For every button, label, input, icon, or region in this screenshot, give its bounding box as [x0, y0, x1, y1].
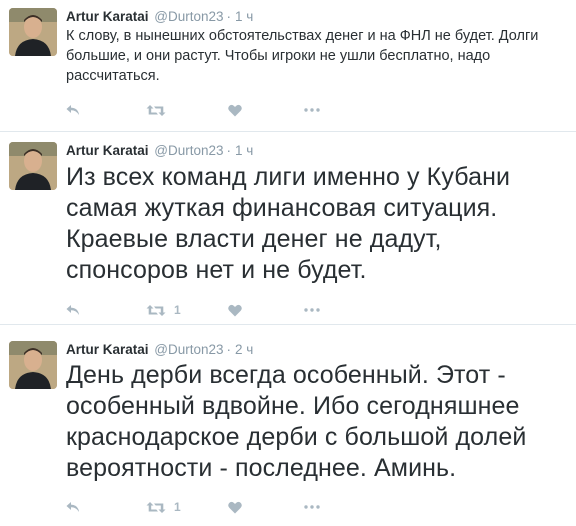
like-icon — [228, 304, 242, 316]
tweet-actions — [66, 100, 320, 120]
reply-button[interactable] — [66, 304, 146, 316]
more-icon — [304, 108, 320, 112]
reply-button[interactable] — [66, 104, 146, 116]
avatar[interactable] — [9, 341, 57, 389]
more-icon — [304, 505, 320, 509]
avatar-photo — [9, 8, 57, 56]
retweet-button[interactable]: 1 — [146, 303, 228, 317]
tweet-header: Artur Karatai @Durton23 · 1 ч — [66, 8, 253, 26]
more-icon — [304, 308, 320, 312]
tweet-text: День дерби всегда особенный. Этот - особ… — [66, 361, 527, 482]
retweet-count: 1 — [174, 303, 181, 317]
tweet-text: К слову, в нынешних обстоятельствах дене… — [66, 28, 539, 84]
like-icon — [228, 501, 242, 513]
retweet-button[interactable] — [146, 104, 228, 117]
tweet-actions: 1 — [66, 497, 320, 517]
author-name[interactable]: Artur Karatai — [66, 342, 149, 357]
retweet-icon — [146, 304, 166, 316]
more-button[interactable] — [304, 308, 320, 312]
reply-button[interactable] — [66, 501, 146, 513]
timestamp[interactable]: 2 ч — [235, 342, 253, 357]
author-name[interactable]: Artur Karatai — [66, 143, 149, 158]
avatar-photo — [9, 341, 57, 389]
tweet-feed: Artur Karatai @Durton23 · 1 ч К слову, в н… — [0, 0, 576, 526]
more-button[interactable] — [304, 108, 320, 112]
avatar-photo — [9, 142, 57, 190]
author-handle[interactable]: @Durton23 — [154, 342, 223, 357]
tweet-text: Из всех команд лиги именно у Кубани сама… — [66, 163, 511, 284]
separator: · — [226, 342, 232, 357]
tweet[interactable]: Artur Karatai @Durton23 · 2 ч День дерби в… — [0, 325, 576, 526]
reply-icon — [66, 105, 79, 115]
like-button[interactable] — [228, 104, 304, 117]
author-handle[interactable]: @Durton23 — [154, 143, 223, 158]
timestamp[interactable]: 1 ч — [235, 9, 253, 24]
tweet-actions: 1 — [66, 300, 320, 320]
reply-icon — [66, 502, 79, 512]
avatar[interactable] — [9, 142, 57, 190]
more-button[interactable] — [304, 505, 320, 509]
separator: · — [226, 9, 232, 24]
separator: · — [226, 143, 232, 158]
tweet-header: Artur Karatai @Durton23 · 1 ч — [66, 142, 253, 160]
like-button[interactable] — [228, 501, 304, 514]
tweet[interactable]: Artur Karatai @Durton23 · 1 ч К слову, в н… — [0, 0, 576, 132]
avatar[interactable] — [9, 8, 57, 56]
author-handle[interactable]: @Durton23 — [154, 9, 223, 24]
like-button[interactable] — [228, 304, 304, 317]
timestamp[interactable]: 1 ч — [235, 143, 253, 158]
reply-icon — [66, 305, 79, 315]
retweet-icon — [146, 104, 166, 116]
retweet-button[interactable]: 1 — [146, 500, 228, 514]
retweet-icon — [146, 501, 166, 513]
tweet[interactable]: Artur Karatai @Durton23 · 1 ч Из всех кома… — [0, 132, 576, 325]
author-name[interactable]: Artur Karatai — [66, 9, 149, 24]
retweet-count: 1 — [174, 500, 181, 514]
like-icon — [228, 104, 242, 116]
tweet-header: Artur Karatai @Durton23 · 2 ч — [66, 341, 253, 359]
